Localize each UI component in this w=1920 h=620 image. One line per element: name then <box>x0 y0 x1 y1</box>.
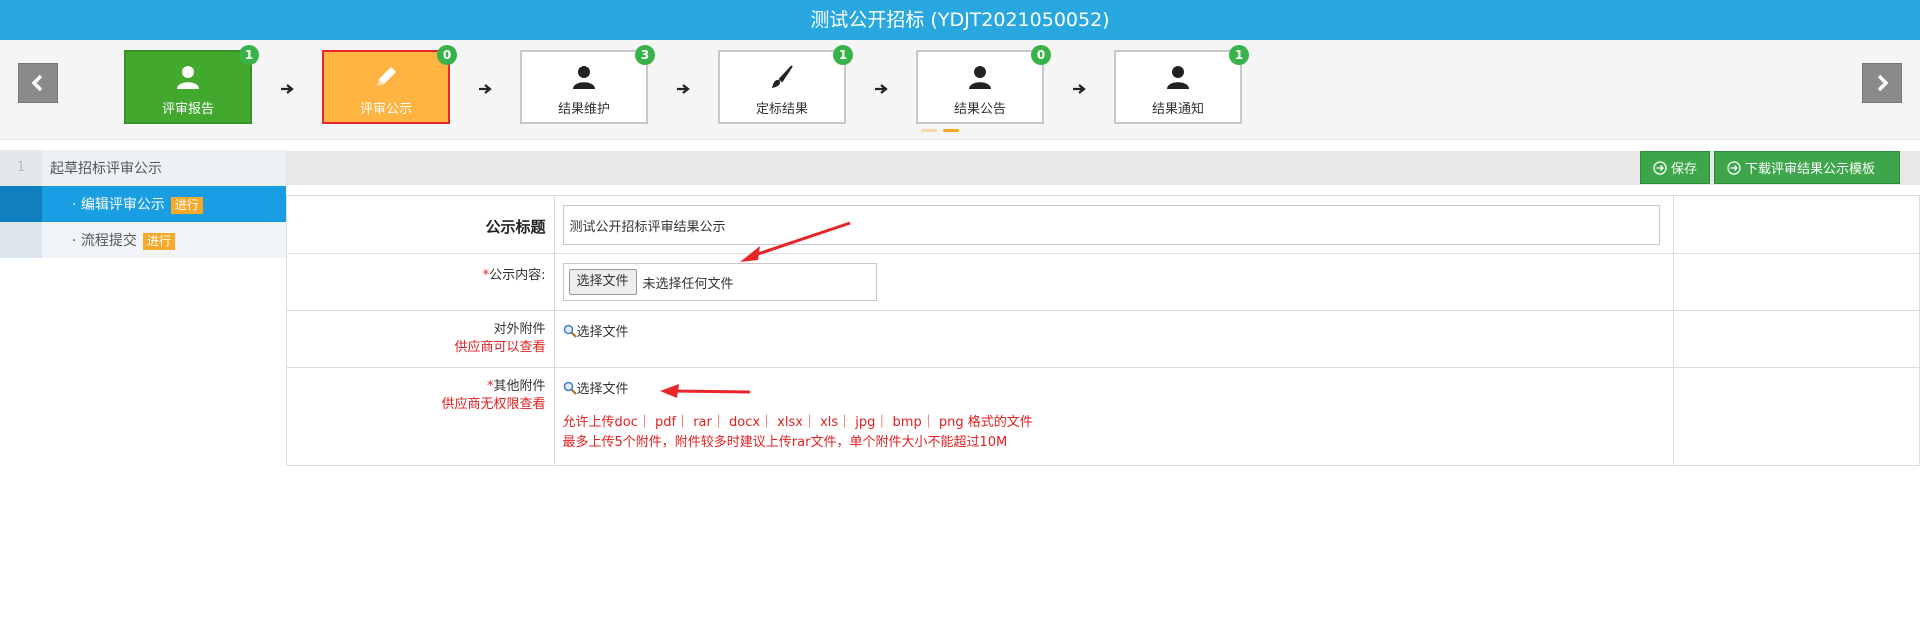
pencil-icon <box>324 64 448 92</box>
other-select-file-link[interactable]: 选择文件 <box>563 378 629 397</box>
workflow-steps-bar: 评审报告 1 评审公示 0 结果维护 3 定标结果 1 结果公告 0 结果通知 <box>0 40 1920 140</box>
step-count-badge: 0 <box>1031 45 1051 65</box>
menu-item-label: · 编辑评审公示 <box>72 197 165 213</box>
menu-section-header: 1 起草招标评审公示 <box>0 150 286 186</box>
step-award-result[interactable]: 定标结果 1 <box>718 45 853 124</box>
upload-format-hint: 允许上传doc｜ pdf｜ rar｜ docx｜ xlsx｜ xls｜ jpg｜… <box>562 414 1033 430</box>
choose-file-button[interactable]: 选择文件 <box>568 269 637 295</box>
step-count-badge: 1 <box>1229 45 1249 65</box>
publicity-form: 公示标题 *公示内容: 选择文件 未选择任何文件 对外附件 供应商可以查看 选择… <box>286 195 1920 466</box>
step-result-notice[interactable]: 结果通知 1 <box>1114 45 1249 124</box>
step-result-maintenance[interactable]: 结果维护 3 <box>520 45 655 124</box>
menu-section-title: 起草招标评审公示 <box>50 161 162 177</box>
form-row-other-attachment: *其他附件 供应商无权限查看 选择文件 允许上传doc｜ pdf｜ rar｜ d… <box>286 367 1920 466</box>
file-status: 未选择任何文件 <box>642 276 734 292</box>
arrow-right-icon <box>281 84 294 94</box>
arrow-right-icon <box>1073 84 1086 94</box>
content-file-input[interactable]: 选择文件 未选择任何文件 <box>562 263 877 301</box>
chevron-left-icon <box>31 74 43 92</box>
menu-item-edit-publicity[interactable]: · 编辑评审公示 进行 <box>0 186 286 222</box>
menu-item-label: · 流程提交 <box>72 233 137 249</box>
left-menu: 1 起草招标评审公示 · 编辑评审公示 进行 · 流程提交 进行 <box>0 150 286 258</box>
title-label: 公示标题 <box>286 195 555 254</box>
download-template-button[interactable]: 下载评审结果公示模板 <box>1714 151 1900 184</box>
step-count-badge: 1 <box>239 45 259 65</box>
status-tag: 进行 <box>170 197 203 214</box>
prev-step-button[interactable] <box>18 63 58 103</box>
step-count-badge: 0 <box>437 45 457 65</box>
magnifier-icon <box>563 324 577 338</box>
step-label: 结果公告 <box>953 102 1006 117</box>
step-label: 结果维护 <box>557 102 610 117</box>
annotation-arrow-icon <box>660 384 751 398</box>
step-label: 结果通知 <box>1151 102 1204 117</box>
step-result-announcement[interactable]: 结果公告 0 <box>916 45 1051 124</box>
step-review-report[interactable]: 评审报告 1 <box>124 45 259 124</box>
menu-section-number: 1 <box>0 150 42 186</box>
arrow-right-icon <box>677 84 690 94</box>
arrow-right-icon <box>479 84 492 94</box>
external-attachment-label: 对外附件 <box>493 322 546 337</box>
page-title: 测试公开招标 (YDJT2021050052) <box>0 0 1920 40</box>
form-row-content: *公示内容: 选择文件 未选择任何文件 <box>286 253 1920 311</box>
brush-icon <box>720 64 844 92</box>
status-tag: 进行 <box>142 233 175 250</box>
upload-size-hint: 最多上传5个附件，附件较多时建议上传rar文件，单个附件大小不能超过10M <box>562 434 1008 450</box>
other-attachment-label: 其他附件 <box>493 379 546 394</box>
annotation-arrow-icon <box>740 221 851 262</box>
circle-arrow-icon <box>1727 160 1741 175</box>
form-row-title: 公示标题 <box>286 195 1920 254</box>
user-icon <box>126 64 250 92</box>
pager-dot[interactable] <box>921 129 937 132</box>
form-toolbar: 保存 下载评审结果公示模板 <box>286 151 1920 185</box>
arrow-right-icon <box>875 84 888 94</box>
step-count-badge: 1 <box>833 45 853 65</box>
step-label: 定标结果 <box>755 102 808 117</box>
magnifier-icon <box>563 381 577 395</box>
menu-item-process-submit[interactable]: · 流程提交 进行 <box>0 222 286 258</box>
next-step-button[interactable] <box>1862 63 1902 103</box>
step-review-publicity[interactable]: 评审公示 0 <box>322 45 457 124</box>
step-count-badge: 3 <box>635 45 655 65</box>
user-icon <box>1116 64 1240 92</box>
other-attachment-note: 供应商无权限查看 <box>441 397 546 412</box>
external-attachment-note: 供应商可以查看 <box>454 340 546 355</box>
user-icon <box>522 64 646 92</box>
content-label: 公示内容: <box>489 268 546 283</box>
chevron-right-icon <box>1877 74 1889 92</box>
step-label: 评审公示 <box>359 102 412 117</box>
pager-dot-active[interactable] <box>943 129 959 132</box>
user-icon <box>918 64 1042 92</box>
external-select-file-link[interactable]: 选择文件 <box>563 321 629 340</box>
circle-arrow-icon <box>1653 160 1667 175</box>
form-row-external-attachment: 对外附件 供应商可以查看 选择文件 <box>286 310 1920 368</box>
step-label: 评审报告 <box>161 102 214 117</box>
save-button[interactable]: 保存 <box>1640 151 1710 184</box>
title-input[interactable] <box>562 205 1660 245</box>
